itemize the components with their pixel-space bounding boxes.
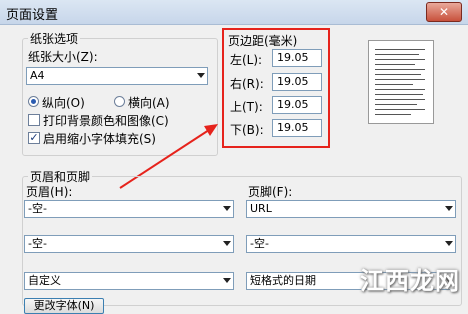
watermark-logo: 江西龙网 — [360, 267, 460, 295]
footer-select-2-value: -空- — [250, 237, 269, 250]
chevron-down-icon — [445, 206, 453, 211]
header-select-3-value: 自定义 — [28, 274, 61, 287]
chevron-down-icon — [223, 278, 231, 283]
shrink-font-checkbox[interactable]: ✓ — [28, 132, 40, 144]
header-select-2-value: -空- — [28, 237, 47, 250]
header-label: 页眉(H): — [26, 185, 73, 199]
header-select-2[interactable]: -空- — [24, 235, 234, 253]
margin-bottom-input[interactable]: 19.05 — [272, 119, 322, 137]
margin-top-input[interactable]: 19.05 — [272, 96, 322, 114]
print-background-checkbox[interactable] — [28, 114, 40, 126]
header-select-3[interactable]: 自定义 — [24, 272, 234, 290]
chevron-down-icon — [445, 241, 453, 246]
chevron-down-icon — [223, 206, 231, 211]
title-bar: 页面设置 ✕ — [0, 0, 468, 25]
portrait-label: 纵向(O) — [42, 96, 85, 110]
footer-select-2[interactable]: -空- — [246, 235, 456, 253]
checkmark-icon: ✓ — [29, 131, 39, 144]
header-select-1[interactable]: -空- — [24, 200, 234, 218]
header-select-1-value: -空- — [28, 202, 47, 215]
page-preview — [368, 40, 434, 124]
close-icon: ✕ — [438, 5, 450, 19]
margin-right-input[interactable]: 19.05 — [272, 73, 322, 91]
shrink-font-label: 启用缩小字体填充(S) — [43, 132, 156, 146]
footer-label: 页脚(F): — [248, 185, 293, 199]
chevron-down-icon — [197, 73, 205, 78]
footer-select-3-value: 短格式的日期 — [250, 274, 316, 287]
footer-select-1-value: URL — [250, 202, 272, 215]
landscape-label: 横向(A) — [128, 96, 170, 110]
landscape-radio[interactable] — [114, 96, 125, 107]
window-title: 页面设置 — [6, 8, 59, 23]
margins-title: 页边距(毫米) — [228, 34, 298, 48]
margin-top-label: 上(T): — [230, 100, 263, 114]
change-font-button[interactable]: 更改字体(N) — [24, 298, 104, 314]
footer-select-1[interactable]: URL — [246, 200, 456, 218]
paper-size-label: 纸张大小(Z): — [28, 50, 98, 64]
paper-size-value: A4 — [30, 69, 45, 82]
margin-left-input[interactable]: 19.05 — [272, 49, 322, 67]
margin-bottom-label: 下(B): — [230, 123, 264, 137]
margin-right-label: 右(R): — [230, 77, 264, 91]
paper-size-select[interactable]: A4 — [26, 67, 208, 85]
portrait-radio[interactable] — [28, 96, 39, 107]
chevron-down-icon — [223, 241, 231, 246]
close-button[interactable]: ✕ — [426, 2, 462, 22]
margin-left-label: 左(L): — [230, 53, 263, 67]
print-background-label: 打印背景颜色和图像(C) — [43, 114, 169, 128]
paper-options-title: 纸张选项 — [28, 30, 81, 47]
